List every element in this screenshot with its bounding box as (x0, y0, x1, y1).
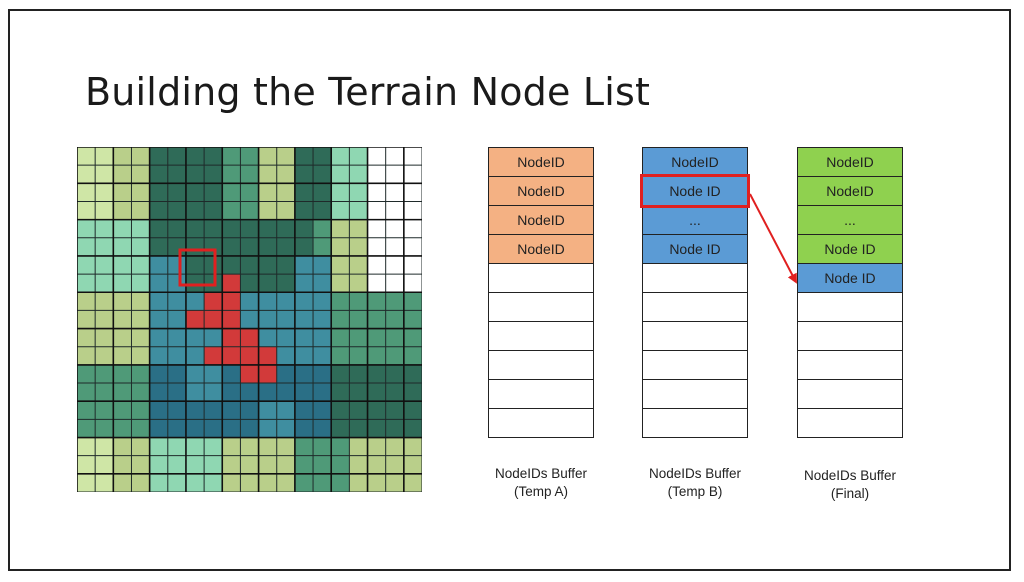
terrain-tile (258, 346, 277, 365)
terrain-tile (240, 346, 259, 365)
terrain-tile (240, 328, 259, 347)
buffer-cell: NodeID (797, 176, 903, 206)
terrain-tile (222, 346, 241, 365)
buffer-caption-final: NodeIDs Buffer (Final) (780, 467, 920, 503)
terrain-tile (222, 328, 241, 347)
buffer-cell-empty (642, 321, 748, 351)
terrain-tile (185, 310, 205, 329)
buffer-cell: NodeID (642, 147, 748, 177)
buffer-cell: NodeID (488, 147, 594, 177)
buffer-caption-line: NodeIDs Buffer (803, 468, 897, 483)
slide-title: Building the Terrain Node List (85, 70, 651, 114)
buffer-cell: NodeID (797, 147, 903, 177)
terrain-tile (204, 292, 223, 311)
buffer-caption-line: NodeIDs Buffer (494, 466, 588, 481)
buffer-caption-temp-a: NodeIDs Buffer (Temp A) (471, 465, 611, 501)
buffer-cell: NodeID (488, 205, 594, 235)
buffer-cell-empty (488, 263, 594, 293)
terrain-tile (204, 310, 223, 329)
buffer-cell-empty (797, 321, 903, 351)
buffer-cell: Node ID (797, 234, 903, 264)
buffer-cell-empty (642, 408, 748, 438)
buffer-cell-empty (642, 263, 748, 293)
buffer-cell-empty (642, 379, 748, 409)
buffer-cell-empty (797, 292, 903, 322)
buffer-cell: ... (642, 205, 748, 235)
buffer-cell-empty (488, 379, 594, 409)
buffer-temp-a: NodeID NodeID NodeID NodeID (488, 147, 594, 438)
buffer-cell-empty (797, 350, 903, 380)
buffer-cell: ... (797, 205, 903, 235)
buffer-cell-empty (488, 408, 594, 438)
terrain-tile (222, 292, 241, 311)
buffer-cell-empty (642, 292, 748, 322)
buffer-cell-empty (488, 350, 594, 380)
terrain-tile (222, 274, 241, 293)
terrain-tile (258, 364, 277, 384)
terrain-tile (222, 310, 241, 329)
terrain-tile (204, 346, 223, 365)
buffer-caption-line: NodeIDs Buffer (648, 466, 742, 481)
buffer-cell: NodeID (488, 176, 594, 206)
buffer-caption-line: (Final) (830, 486, 870, 501)
buffer-final: NodeID NodeID ... Node ID Node ID (797, 147, 903, 438)
buffer-cell-empty (488, 292, 594, 322)
buffer-cell-appended: Node ID (797, 263, 903, 293)
buffer-temp-b: NodeID Node ID ... Node ID (640, 147, 750, 438)
buffer-cell: NodeID (488, 234, 594, 264)
buffer-caption-temp-b: NodeIDs Buffer (Temp B) (625, 465, 765, 501)
buffer-cell-empty (642, 350, 748, 380)
terrain-node-grid (77, 147, 422, 492)
buffer-caption-line: (Temp B) (667, 484, 723, 499)
buffer-caption-line: (Temp A) (513, 484, 568, 499)
buffer-cell-empty (797, 379, 903, 409)
buffer-cell-highlighted: Node ID (640, 174, 750, 208)
terrain-tile (294, 437, 350, 492)
buffer-cell-empty (488, 321, 594, 351)
buffer-cell-empty (797, 408, 903, 438)
buffer-cell: Node ID (642, 234, 748, 264)
terrain-tile (240, 364, 259, 384)
